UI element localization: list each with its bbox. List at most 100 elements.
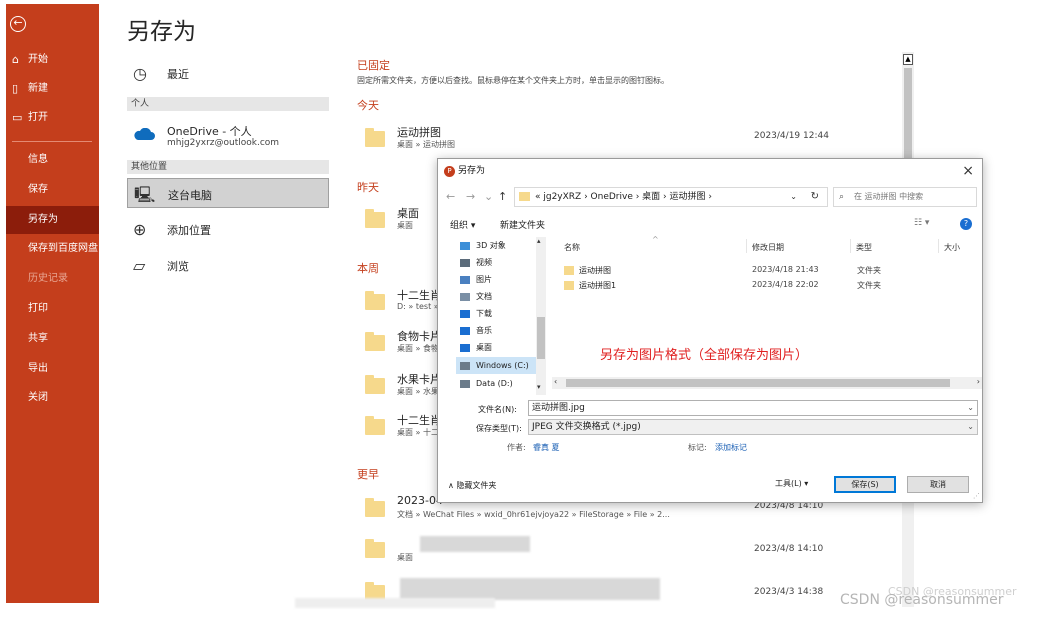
chevron-down-icon: ▾ <box>804 479 809 488</box>
hide-folders-toggle[interactable]: ∧ 隐藏文件夹 <box>448 480 496 491</box>
table-row[interactable]: 运动拼图 2023/4/18 21:43 文件夹 <box>564 263 984 278</box>
tree-scrollbar[interactable]: ▴ ▾ <box>536 237 546 395</box>
nav-save-to-baidu[interactable]: 保存到百度网盘 <box>6 235 99 263</box>
nav-close[interactable]: 关闭 <box>6 384 99 412</box>
home-icon: ⌂ <box>12 53 19 66</box>
chevron-down-icon[interactable]: ⌄ <box>484 190 493 203</box>
tree-item[interactable]: Data (D:) <box>456 375 546 392</box>
tags-value[interactable]: 添加标记 <box>715 442 747 453</box>
scroll-left-icon[interactable]: ‹ <box>554 377 557 386</box>
page-title: 另存为 <box>127 19 196 45</box>
nav-info[interactable]: 信息 <box>6 146 99 174</box>
refresh-icon[interactable]: ↻ <box>811 188 819 206</box>
tree-item[interactable]: 图片 <box>456 271 546 288</box>
location-label: 最近 <box>167 68 189 81</box>
up-arrow-icon[interactable]: ↑ <box>498 190 507 203</box>
nav-home[interactable]: ⌂ 开始 <box>6 46 99 74</box>
tree-label: 3D 对象 <box>476 241 506 250</box>
location-label: 添加位置 <box>167 224 211 237</box>
powerpoint-backstage: ← ⌂ 开始 ▯ 新建 ▭ 打开 信息 保存 另存为 保存到百度网盘 历史记录 打印 … <box>0 0 1040 617</box>
chevron-down-icon[interactable]: ⌄ <box>967 420 974 434</box>
tree-item[interactable]: 音乐 <box>456 322 546 339</box>
folder-icon <box>519 192 530 201</box>
nav-share[interactable]: 共享 <box>6 325 99 353</box>
address-bar[interactable]: « jg2yXRZ › OneDrive › 桌面 › 运动拼图 › ⌄ ↻ <box>514 187 828 207</box>
scroll-down-icon[interactable]: ▾ <box>537 383 541 391</box>
column-date[interactable]: 修改日期 <box>752 242 784 253</box>
nav-open[interactable]: ▭ 打开 <box>6 104 99 132</box>
item-path: 文档 » WeChat Files » wxid_0hr61ejvjoya22 … <box>397 510 670 519</box>
music-icon <box>460 327 470 335</box>
tree-label: 图片 <box>476 275 492 284</box>
file-date: 2023/4/18 22:02 <box>752 280 819 289</box>
location-browse[interactable]: ▱ 浏览 <box>127 250 329 280</box>
scroll-up-icon[interactable]: ▲ <box>903 54 913 65</box>
nav-save[interactable]: 保存 <box>6 176 99 204</box>
chevron-down-icon[interactable]: ⌄ <box>967 401 974 415</box>
folder-outline-icon: ▱ <box>133 256 146 275</box>
drive-icon <box>460 362 470 370</box>
location-this-pc[interactable]: 🖳 这台电脑 <box>127 178 329 208</box>
location-onedrive[interactable]: OneDrive - 个人 <box>167 123 252 139</box>
item-name: 桌面 <box>397 207 419 220</box>
powerpoint-icon: P <box>444 166 455 177</box>
help-icon[interactable]: ? <box>960 218 972 230</box>
tree-item[interactable]: 3D 对象 <box>456 237 546 254</box>
nav-print[interactable]: 打印 <box>6 295 99 323</box>
tree-label: Windows (C:) <box>476 361 529 370</box>
filename-field[interactable]: 运动拼图.jpg ⌄ <box>528 400 978 416</box>
horizontal-scrollbar[interactable]: ‹ › <box>552 377 982 389</box>
group-earlier-title: 更早 <box>357 468 379 481</box>
search-icon: ⌕ <box>839 192 845 202</box>
view-options-icon[interactable]: ☷ ▾ <box>914 218 929 228</box>
organize-button[interactable]: 组织 ▾ <box>450 218 475 231</box>
scroll-up-icon[interactable]: ▴ <box>537 237 541 245</box>
location-recent[interactable]: ◷ 最近 <box>127 58 329 88</box>
forward-arrow-icon[interactable]: → <box>466 190 475 203</box>
column-name[interactable]: 名称 <box>564 242 580 253</box>
tree-item[interactable]: 视频 <box>456 254 546 271</box>
search-placeholder: 在 运动拼图 中搜索 <box>854 192 924 201</box>
tools-button[interactable]: 工具(L) ▾ <box>775 478 808 489</box>
nav-label: 历史记录 <box>28 273 68 284</box>
location-add-place[interactable]: ⊕ 添加位置 <box>127 214 329 244</box>
filetype-select[interactable]: JPEG 文件交换格式 (*.jpg) ⌄ <box>528 419 978 435</box>
tree-item[interactable]: Windows (C:) <box>456 357 546 374</box>
item-path: 桌面 <box>397 221 413 230</box>
resize-grip-icon[interactable]: ⋰ <box>973 492 980 500</box>
column-type[interactable]: 类型 <box>856 242 872 253</box>
close-icon[interactable]: × <box>962 163 974 179</box>
back-arrow-icon[interactable]: ← <box>446 190 455 203</box>
nav-save-as[interactable]: 另存为 <box>6 206 99 234</box>
tags-label: 标记: <box>688 443 707 452</box>
tree-item[interactable]: 桌面 <box>456 339 546 356</box>
tree-item[interactable]: 下载 <box>456 305 546 322</box>
new-folder-button[interactable]: 新建文件夹 <box>500 218 545 231</box>
list-item[interactable]: 运动拼图 桌面 » 运动拼图 2023/4/19 12:44 <box>357 121 897 157</box>
author-value[interactable]: 睿真 夏 <box>533 442 560 453</box>
nav-new[interactable]: ▯ 新建 <box>6 75 99 103</box>
folder-icon <box>564 266 574 275</box>
folder-icon <box>365 332 385 351</box>
item-path: D: » test » <box>397 302 439 311</box>
table-row[interactable]: 运动拼图1 2023/4/18 22:02 文件夹 <box>564 278 984 293</box>
cancel-button[interactable]: 取消 <box>907 476 969 493</box>
nav-label: 关闭 <box>28 392 48 403</box>
filename-label: 文件名(N): <box>478 405 517 414</box>
chevron-down-icon[interactable]: ⌄ <box>790 188 797 206</box>
nav-export[interactable]: 导出 <box>6 355 99 383</box>
item-name: 食物卡片 <box>397 330 441 343</box>
author-label: 作者: <box>507 443 526 452</box>
search-input[interactable]: ⌕ 在 运动拼图 中搜索 <box>833 187 977 207</box>
nav-label: 另存为 <box>28 214 58 225</box>
tree-item[interactable]: 文档 <box>456 288 546 305</box>
address-path: « jg2yXRZ › OneDrive › 桌面 › 运动拼图 › <box>535 192 712 202</box>
item-name: 水果卡片 <box>397 373 441 386</box>
scroll-right-icon[interactable]: › <box>977 377 980 386</box>
scroll-thumb[interactable] <box>537 317 545 359</box>
scroll-thumb[interactable] <box>566 379 950 387</box>
arrow-left-icon[interactable]: ← <box>10 16 26 32</box>
save-button[interactable]: 保存(S) <box>834 476 896 493</box>
annotation-text: 另存为图片格式（全部保存为图片） <box>600 348 809 363</box>
column-size[interactable]: 大小 <box>944 242 960 253</box>
